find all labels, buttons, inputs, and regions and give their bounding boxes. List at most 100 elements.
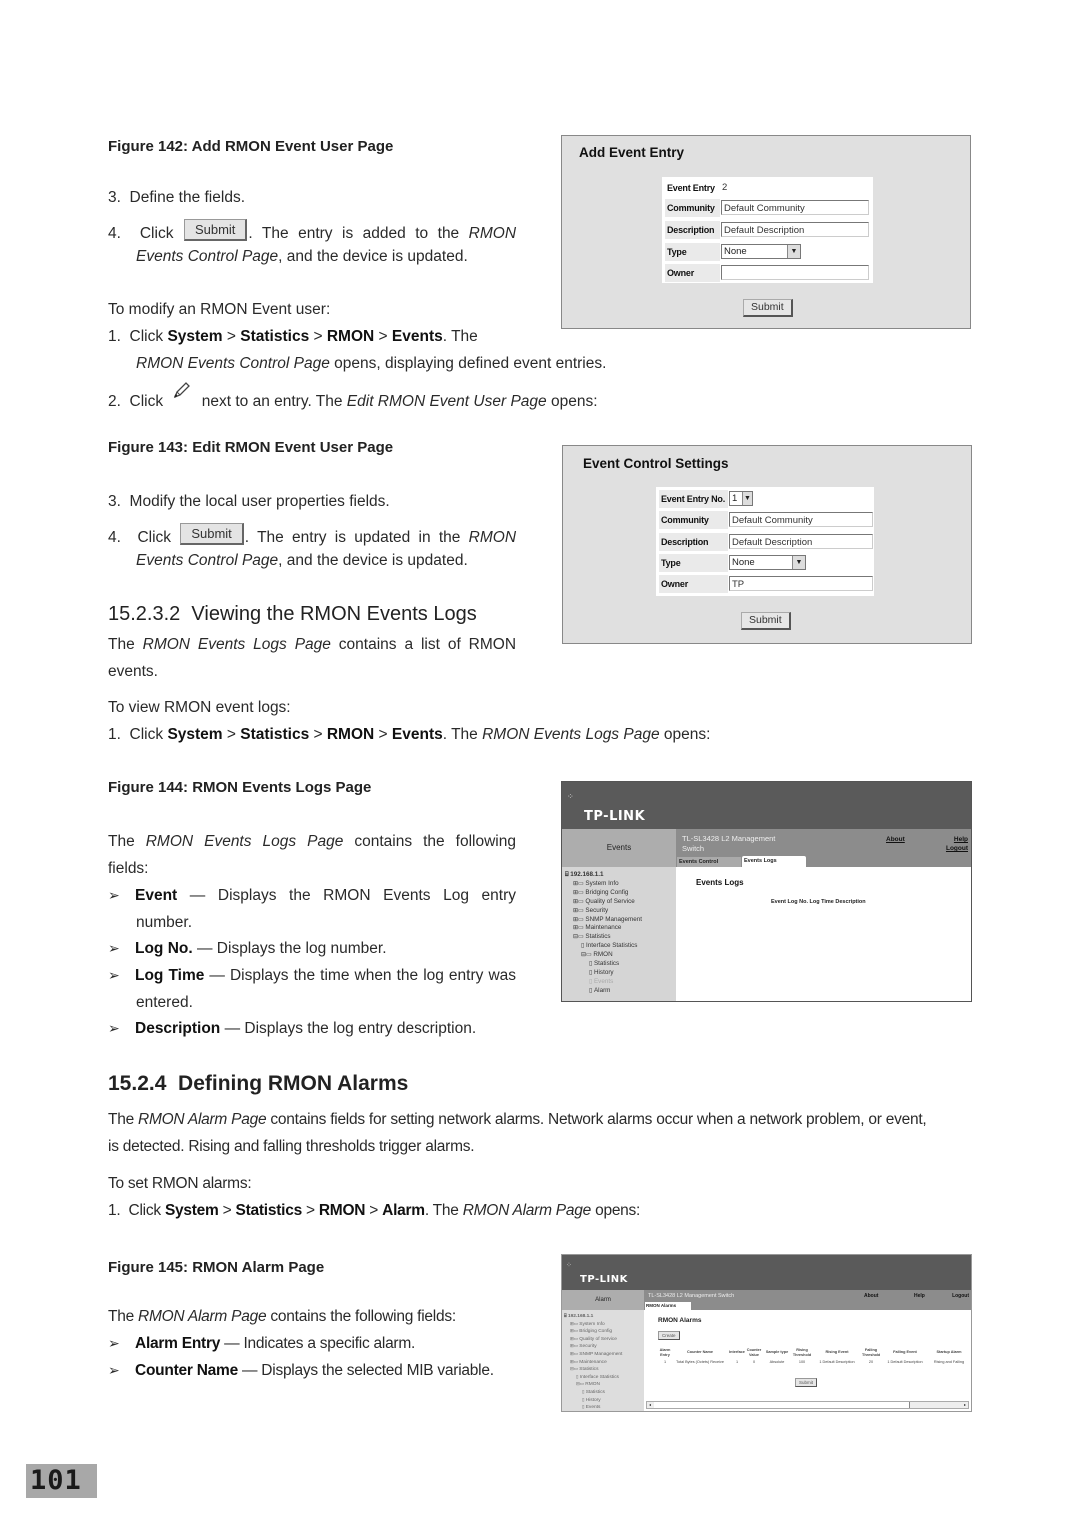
tree-item-label: History [593,968,614,976]
owner-input[interactable] [721,265,869,280]
form-row-owner: Owner TP [659,575,873,594]
tree-item[interactable]: ⊟▭ RMON [565,951,676,960]
type-select[interactable]: None ▼ [729,555,806,570]
tree-item-label: History [585,1397,601,1403]
tree-item[interactable]: ⊟▭ RMON [564,1381,644,1389]
tab-events-control[interactable]: Events Control [677,857,741,867]
tree-item[interactable]: ⊞▭ Bridging Config [564,1328,644,1336]
community-input[interactable]: Default Community [721,200,869,215]
tab-rmon-alarms[interactable]: RMON Alarms [645,1302,691,1310]
help-link[interactable]: Help [954,836,968,843]
tree-item[interactable]: ⊞▭ Security [564,1343,644,1351]
description-input[interactable]: Default Description [721,222,869,237]
folder-icon: ⊞▭ [573,907,586,914]
tree-item[interactable]: ▯ Statistics [564,1389,644,1397]
tab-events-logs[interactable]: Events Logs [742,856,806,867]
type-select[interactable]: None ▼ [721,244,801,259]
tree-item[interactable]: ⊞▭ System Info [565,880,676,889]
modify-step2: 2. Click next to an entry. The Edit RMON… [108,382,598,415]
modify-step1-line2: RMON Events Control Page opens, displayi… [136,355,607,372]
tree-item-label: Events [593,977,614,985]
folder-icon: ⊞▭ [573,925,586,932]
modify-step1: 1. Click System > Statistics > RMON > Ev… [108,328,478,345]
rmon-alarm-screenshot: ⁘ TP-LINK Alarm TL-SL3428 L2 Management … [561,1254,972,1412]
table-cell: 1 Default Description [819,1359,855,1364]
tree-item-label: Statistics [585,1389,605,1395]
event-entry-no-select[interactable]: 1 ▼ [729,491,753,506]
tree-item[interactable]: ▯ Interface Statistics [564,1374,644,1382]
tree-item-label: RMON [585,1382,600,1388]
tree-item-label: Statistics [579,1367,599,1373]
arrow-bullet-icon: ➢ [108,1362,120,1378]
edit-event-form: Event Entry No. 1 ▼ Community Default Co… [656,487,874,596]
tree-item-label: Statistics [585,933,611,941]
tree-item[interactable]: ▯ Events [564,1404,644,1411]
about-link[interactable]: About [864,1293,878,1299]
tree-item[interactable]: ⊞▭ Security [565,907,676,916]
scroll-right-icon[interactable]: ▸ [962,1402,968,1408]
form-row-type: Type None ▼ [665,243,870,262]
alarms-para: The RMON Alarm Page contains fields for … [108,1111,927,1128]
tree-item[interactable]: ⊞▭ Maintenance [564,1359,644,1367]
bullet-counter-name: ➢ Counter Name — Displays the selected MI… [108,1357,494,1384]
content-title: RMON Alarms [658,1317,702,1324]
arrow-bullet-icon: ➢ [108,967,120,983]
submit-button[interactable]: Submit [743,299,793,317]
arrow-bullet-icon: ➢ [108,887,120,903]
folder-icon: ⊞▭ [570,1358,580,1364]
step-click-submit-update-line2: Events Control Page, and the device is u… [136,552,468,569]
tree-item[interactable]: ⊞▭ Quality of Service [565,898,676,907]
tree-item[interactable]: ▯ History [564,1397,644,1405]
community-input[interactable]: Default Community [729,512,873,527]
panel-title: Add Event Entry [579,145,685,160]
form-row-community: Community Default Community [659,511,873,530]
folder-icon: ⊞▭ [573,898,586,905]
tree-item-label: Bridging Config [585,888,629,896]
section-heading-defining-alarms: 15.2.4 Defining RMON Alarms [108,1072,409,1095]
tree-item[interactable]: ⌸ 192.168.1.1 [565,871,676,880]
tree-item[interactable]: ▯ Statistics [565,960,676,969]
events-logs-fields-para: The RMON Events Logs Page contains the f… [108,833,516,850]
logout-link[interactable]: Logout [952,1293,969,1299]
events-logs-screenshot: ⁘ TP-LINK Events TL-SL3428 L2 Management… [561,781,972,1002]
about-link[interactable]: About [886,836,905,843]
figure-145-caption: Figure 145: RMON Alarm Page [108,1259,325,1276]
scrollbar-thumb[interactable] [654,1402,910,1408]
tree-item[interactable]: ⊞▭ SNMP Management [565,916,676,925]
owner-input[interactable]: TP [729,576,873,591]
bullet-event: ➢ Event — Displays the RMON Events Log en… [108,882,516,909]
logout-link[interactable]: Logout [946,845,968,852]
help-link[interactable]: Help [914,1293,925,1299]
tree-item-label: Maintenance [579,1359,607,1365]
logs-intro: To view RMON event logs: [108,699,291,716]
tree-item[interactable]: ⊟▭ Statistics [565,933,676,942]
folder-icon: ⊞▭ [573,889,586,896]
tree-item[interactable]: ⊞▭ Maintenance [565,924,676,933]
horizontal-scrollbar[interactable]: ◂ ▸ [646,1401,969,1409]
tp-link-logo-dots-icon: ⁘ [567,792,574,801]
description-input[interactable]: Default Description [729,534,873,549]
tp-link-header: ⁘ TP-LINK [562,782,971,829]
form-row-community: Community Default Community [665,199,870,218]
tree-item[interactable]: ⊟▭ Statistics [564,1366,644,1374]
create-button[interactable]: Create [658,1331,680,1340]
tree-item[interactable]: ▯ Interface Statistics [565,942,676,951]
column-header: Interface [729,1350,745,1355]
tree-item[interactable]: ⊞▭ SNMP Management [564,1351,644,1359]
table-cell: 0 [752,1359,756,1364]
events-logs-fields-para-line2: fields: [108,860,149,877]
scroll-left-icon[interactable]: ◂ [647,1402,653,1408]
table-cell: 1 [735,1359,739,1364]
tree-item[interactable]: ⊞▭ System Info [564,1321,644,1329]
step-click-submit-add-line2: Events Control Page, and the device is u… [136,248,468,265]
submit-button[interactable]: Submit [741,612,791,630]
tree-item[interactable]: ▯ Events [565,978,676,987]
tree-item[interactable]: ⊞▭ Bridging Config [565,889,676,898]
table-cell: 1 [663,1359,667,1364]
table-cell: Rising and Falling [933,1359,965,1364]
tree-item[interactable]: ▯ Alarm [565,987,676,996]
tree-item[interactable]: ⊞▭ Quality of Service [564,1336,644,1344]
submit-button[interactable]: Submit [795,1378,818,1387]
tree-item[interactable]: ⌸ 192.168.1.1 [564,1313,644,1321]
tree-item[interactable]: ▯ History [565,969,676,978]
